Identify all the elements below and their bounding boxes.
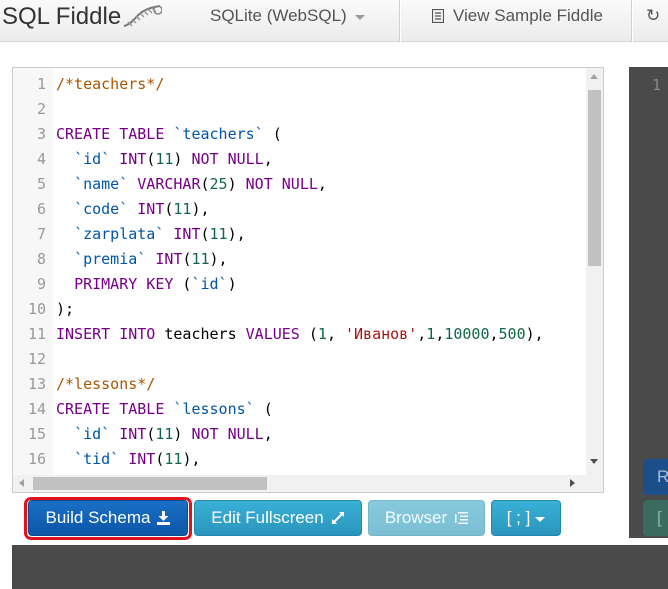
code-line: 15 `id` INT(11) NOT NULL, xyxy=(27,425,273,443)
chevron-down-icon xyxy=(535,516,546,522)
nav-divider xyxy=(399,0,400,42)
code-line: 12 xyxy=(27,350,46,368)
scroll-left-arrow-icon[interactable] xyxy=(19,479,24,487)
code-line: 4 `id` INT(11) NOT NULL, xyxy=(36,150,273,168)
code-line: 9 PRIMARY KEY (`id`) xyxy=(36,275,237,293)
nav-divider xyxy=(631,0,632,42)
browser-label: Browser xyxy=(384,508,448,527)
vertical-scroll-thumb[interactable] xyxy=(588,90,601,266)
results-panel xyxy=(12,545,668,589)
query-terminator-dropdown[interactable]: [ ; ] xyxy=(491,500,561,536)
horizontal-scrollbar[interactable] xyxy=(13,475,588,492)
code-line: 1/*teachers*/ xyxy=(36,75,165,93)
fiddle-icon xyxy=(123,5,163,27)
code-line: 7 `zarplata` INT(11), xyxy=(36,225,246,243)
scroll-down-arrow-icon[interactable] xyxy=(590,459,598,464)
code-line: 13/*lessons*/ xyxy=(27,375,156,393)
code-line: 2 xyxy=(36,100,46,118)
query-terminator-button[interactable]: [ xyxy=(643,500,668,536)
code-line: 5 `name` VARCHAR(25) NOT NULL, xyxy=(36,175,327,193)
browser-button[interactable]: Browser xyxy=(368,500,485,536)
expand-icon xyxy=(331,512,344,524)
refresh-icon[interactable]: ↻ xyxy=(646,6,660,26)
database-label: SQLite (WebSQL) xyxy=(210,6,347,25)
code-line: 6 `code` INT(11), xyxy=(36,200,210,218)
code-line: 11 INSERT INTO teachers VALUES (1, 'Ивано… xyxy=(27,325,544,343)
code-line: 3 CREATE TABLE `teachers` ( xyxy=(36,125,282,143)
run-sql-button[interactable]: R xyxy=(643,459,668,495)
run-sql-label: R xyxy=(657,467,668,486)
query-terminator-label: [ xyxy=(657,508,662,527)
scroll-up-arrow-icon[interactable] xyxy=(590,74,598,79)
view-sample-fiddle-link[interactable]: View Sample Fiddle xyxy=(432,6,603,26)
code-line: 8 `premia` INT(11), xyxy=(36,250,228,268)
terminator-label: [ ; ] xyxy=(506,508,531,527)
edit-fullscreen-button[interactable]: Edit Fullscreen xyxy=(194,500,362,536)
query-line-number: 1 xyxy=(652,76,662,94)
scroll-corner xyxy=(586,475,603,492)
document-icon xyxy=(432,9,444,23)
sample-link-label: View Sample Fiddle xyxy=(453,6,603,25)
code-lines: 1/*teachers*/ 2 3 CREATE TABLE `teachers`… xyxy=(13,72,544,492)
scroll-right-arrow-icon[interactable] xyxy=(570,479,575,487)
schema-editor[interactable]: 1/*teachers*/ 2 3 CREATE TABLE `teachers`… xyxy=(12,67,604,493)
brand-name: SQL Fiddle xyxy=(2,3,122,30)
vertical-scrollbar[interactable] xyxy=(586,68,603,477)
highlight-ring xyxy=(24,497,192,540)
top-navbar: SQL Fiddle SQLite (WebSQL) View Sample F… xyxy=(0,0,668,42)
code-line: 16 `tid` INT(11), xyxy=(27,450,201,468)
horizontal-scroll-thumb[interactable] xyxy=(33,477,267,490)
code-line: 10); xyxy=(27,300,75,318)
chevron-down-icon xyxy=(354,14,365,20)
brand-logo[interactable]: SQL Fiddle xyxy=(2,3,163,31)
edit-fullscreen-label: Edit Fullscreen xyxy=(211,508,324,527)
code-line: 14 CREATE TABLE `lessons` ( xyxy=(27,400,273,418)
database-selector[interactable]: SQLite (WebSQL) xyxy=(210,6,365,26)
indent-icon xyxy=(455,511,469,524)
